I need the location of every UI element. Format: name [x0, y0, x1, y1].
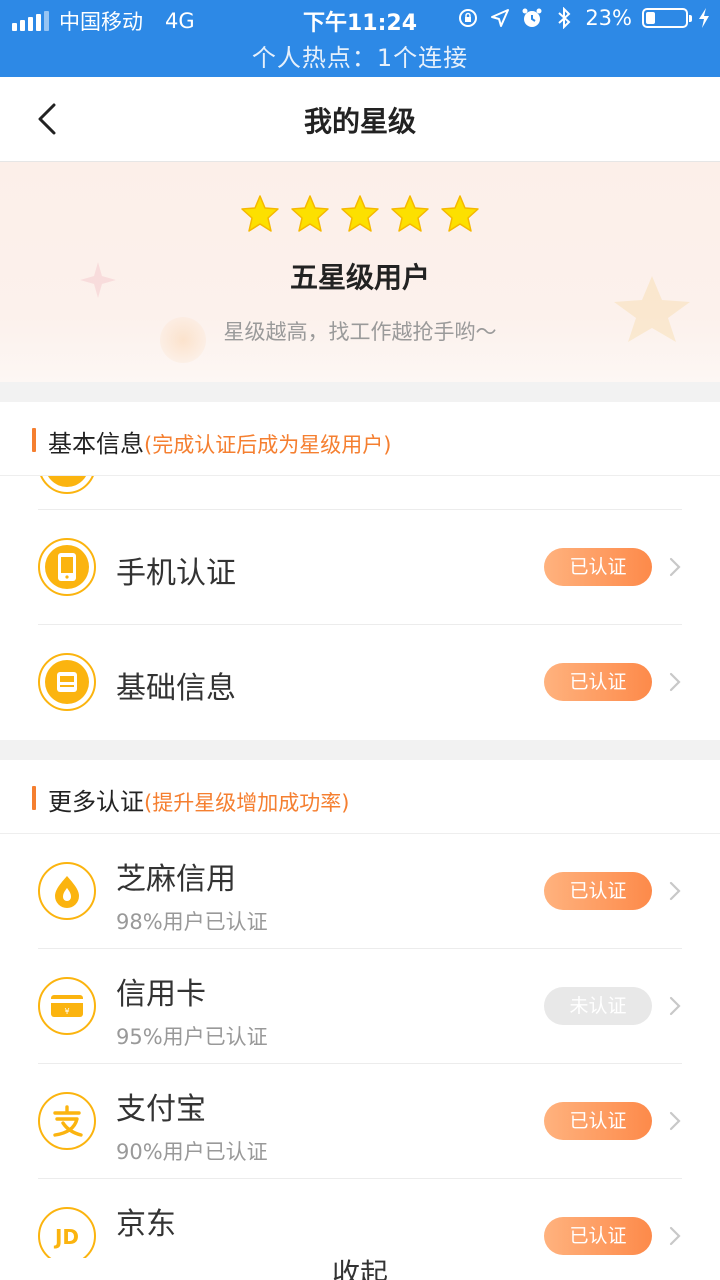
chevron-right-icon [669, 672, 681, 692]
charging-icon [698, 7, 710, 29]
item-label: 支付宝 [116, 1092, 206, 1127]
sesame-credit-icon [38, 862, 96, 920]
jd-icon: JD [38, 1207, 96, 1258]
star-icon [341, 195, 379, 232]
list-item-alipay[interactable]: 支付宝 90%用户已认证 已认证 [0, 1064, 720, 1179]
chevron-right-icon [669, 1226, 681, 1246]
list-item-sesame-credit[interactable]: 芝麻信用 98%用户已认证 已认证 [0, 834, 720, 949]
item-label: 基础信息 [116, 671, 236, 706]
collapse-button[interactable]: 收起 [0, 1258, 720, 1280]
section-header: 更多认证(提升星级增加成功率) [0, 760, 720, 834]
star-level-title: 五星级用户 [289, 261, 430, 294]
location-icon [489, 7, 511, 29]
id-card-icon [38, 653, 96, 711]
section-accent-bar [32, 786, 36, 810]
chevron-right-icon [669, 557, 681, 577]
alarm-icon [521, 7, 543, 29]
section-title: 基本信息(完成认证后成为星级用户) [48, 424, 391, 459]
section-title-text: 更多认证 [48, 788, 144, 816]
star-rating [0, 194, 720, 234]
verified-badge: 已认证 [544, 548, 652, 586]
unverified-badge: 未认证 [544, 987, 652, 1025]
section-accent-bar [32, 428, 36, 452]
bluetooth-icon [553, 7, 575, 29]
list-item-credit-card[interactable]: ¥ 信用卡 95%用户已认证 未认证 [0, 949, 720, 1064]
svg-text:JD: JD [53, 1225, 79, 1249]
item-label: 信用卡 [116, 977, 206, 1012]
star-icon [441, 195, 479, 232]
list-item-partial [0, 476, 720, 510]
verified-badge: 已认证 [544, 1102, 652, 1140]
list-item-phone-verify[interactable]: 手机认证 已认证 [0, 510, 720, 625]
svg-text:¥: ¥ [64, 1007, 69, 1016]
chevron-right-icon [669, 996, 681, 1016]
star-icon [391, 195, 429, 232]
nav-bar: 我的星级 [0, 77, 720, 162]
item-label: 手机认证 [116, 556, 236, 591]
item-subtext: 95%用户已认证 [116, 1025, 268, 1049]
credit-card-icon: ¥ [38, 977, 96, 1035]
item-subtext: 98%用户已认证 [116, 910, 268, 934]
section-hint: (完成认证后成为星级用户) [144, 433, 392, 457]
section-title: 更多认证(提升星级增加成功率) [48, 782, 349, 817]
battery-percent: 23% [585, 6, 632, 30]
star-level-hero: 五星级用户 星级越高，找工作越抢手哟～ [0, 162, 720, 382]
star-level-subtitle: 星级越高，找工作越抢手哟～ [223, 320, 497, 344]
section-hint: (提升星级增加成功率) [144, 791, 350, 815]
verified-badge: 已认证 [544, 872, 652, 910]
alipay-icon [38, 1092, 96, 1150]
star-icon [241, 195, 279, 232]
more-verification-section: 更多认证(提升星级增加成功率) 芝麻信用 98%用户已认证 已认证 ¥ 信用卡 … [0, 760, 720, 1258]
chevron-right-icon [669, 881, 681, 901]
item-label: 芝麻信用 [116, 862, 236, 897]
hotspot-banner[interactable]: 个人热点：1个连接 [0, 38, 720, 73]
star-icon [291, 195, 329, 232]
collapse-label: 收起 [331, 1258, 388, 1280]
chevron-right-icon [669, 1111, 681, 1131]
verified-badge: 已认证 [544, 1217, 652, 1255]
list-item-basic-info[interactable]: 基础信息 已认证 [0, 625, 720, 740]
section-title-text: 基本信息 [48, 430, 144, 458]
item-subtext: 90%用户已认证 [116, 1140, 268, 1164]
section-header: 基本信息(完成认证后成为星级用户) [0, 402, 720, 476]
page-title: 我的星级 [303, 105, 416, 138]
item-label: 京东 [116, 1207, 176, 1242]
partial-icon [38, 476, 96, 494]
rotation-lock-icon [457, 7, 479, 29]
phone-icon [38, 538, 96, 596]
verified-badge: 已认证 [544, 663, 652, 701]
battery-icon [642, 8, 692, 28]
basic-info-section: 基本信息(完成认证后成为星级用户) 手机认证 已认证 基础信息 已认证 [0, 402, 720, 740]
list-item-jd[interactable]: JD 京东 已认证 [0, 1179, 720, 1258]
status-bar: 中国移动 4G 下午11:24 23% 个人热点：1个连接 [0, 0, 720, 77]
